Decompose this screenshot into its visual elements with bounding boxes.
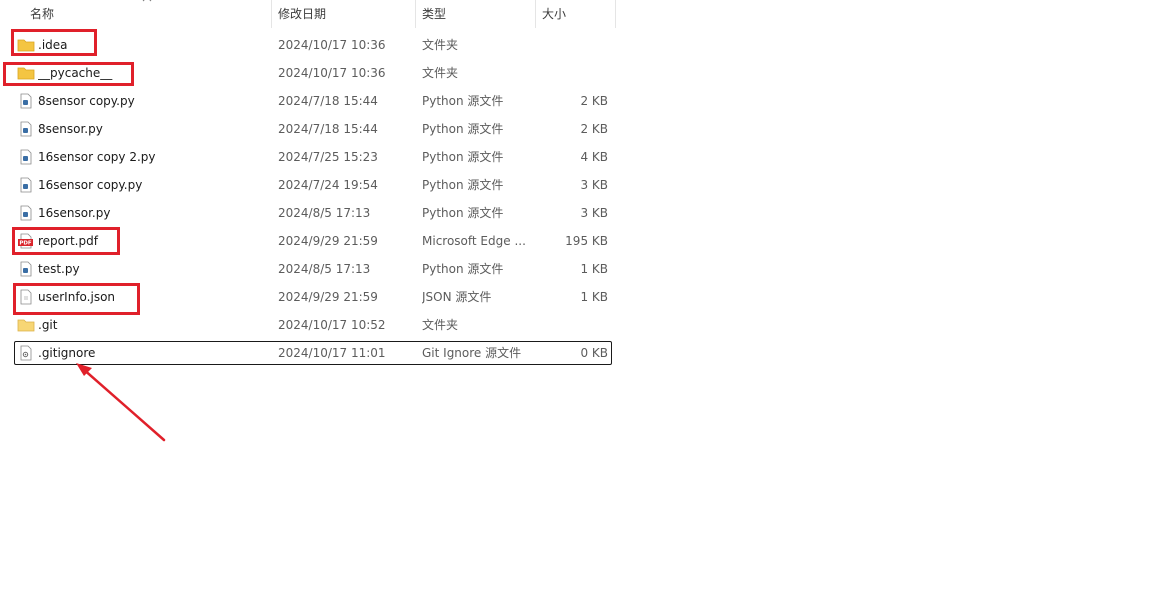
file-name: .gitignore <box>38 346 96 360</box>
file-row-8sensor-copy[interactable]: 8sensor copy.py 2024/7/18 15:44 Python 源… <box>0 87 612 115</box>
file-name: report.pdf <box>38 234 98 248</box>
file-row-16sensor-copy[interactable]: 16sensor copy.py 2024/7/24 19:54 Python … <box>0 171 612 199</box>
python-file-icon <box>20 177 32 193</box>
column-header-size[interactable]: 大小 <box>536 0 616 28</box>
file-date: 2024/7/24 19:54 <box>278 178 378 192</box>
file-row-pycache[interactable]: __pycache__ 2024/10/17 10:36 文件夹 <box>0 59 612 87</box>
file-size <box>536 31 608 59</box>
file-name: 8sensor copy.py <box>38 94 135 108</box>
python-file-icon <box>20 205 32 221</box>
file-size <box>536 311 608 339</box>
file-type: Microsoft Edge ... <box>422 234 526 248</box>
file-size: 1 KB <box>580 290 608 304</box>
file-date: 2024/10/17 10:36 <box>278 66 386 80</box>
file-row-16sensor-copy-2[interactable]: 16sensor copy 2.py 2024/7/25 15:23 Pytho… <box>0 143 612 171</box>
file-type: Python 源文件 <box>422 206 504 220</box>
file-size: 4 KB <box>580 150 608 164</box>
file-row-16sensor[interactable]: 16sensor.py 2024/8/5 17:13 Python 源文件 3 … <box>0 199 612 227</box>
file-name: .idea <box>38 38 68 52</box>
file-date: 2024/10/17 10:52 <box>278 318 386 332</box>
file-type: 文件夹 <box>422 318 459 332</box>
python-file-icon <box>20 93 32 109</box>
file-row-idea[interactable]: .idea 2024/10/17 10:36 文件夹 <box>0 31 612 59</box>
file-date: 2024/7/18 15:44 <box>278 94 378 108</box>
file-name: __pycache__ <box>38 66 113 80</box>
file-name: userInfo.json <box>38 290 116 304</box>
file-row-test-py[interactable]: test.py 2024/8/5 17:13 Python 源文件 1 KB <box>0 255 612 283</box>
file-row-userinfo-json[interactable]: userInfo.json 2024/9/29 21:59 JSON 源文件 1… <box>0 283 612 311</box>
file-row-gitignore[interactable]: .gitignore 2024/10/17 11:01 Git Ignore 源… <box>0 339 612 367</box>
column-header-date[interactable]: 修改日期 <box>272 0 416 28</box>
folder-icon <box>17 319 35 332</box>
pdf-file-icon: PDF <box>18 233 33 249</box>
file-date: 2024/7/18 15:44 <box>278 122 378 136</box>
file-type: JSON 源文件 <box>422 290 492 304</box>
gitignore-file-icon <box>20 345 32 361</box>
file-type: Python 源文件 <box>422 178 504 192</box>
python-file-icon <box>20 149 32 165</box>
python-file-icon <box>20 121 32 137</box>
file-size: 1 KB <box>580 262 608 276</box>
folder-icon <box>17 39 35 52</box>
column-header-type[interactable]: 类型 <box>416 0 536 28</box>
file-type: Python 源文件 <box>422 150 504 164</box>
file-size: 195 KB <box>565 234 608 248</box>
file-name: 8sensor.py <box>38 122 103 136</box>
file-name: .git <box>38 318 58 332</box>
file-explorer: 名称 修改日期 类型 大小 .idea 2024/10/17 10:36 文件夹… <box>0 0 1173 592</box>
column-header-name[interactable]: 名称 <box>24 0 272 28</box>
column-header-bar: 名称 修改日期 类型 大小 <box>0 0 616 28</box>
file-row-git[interactable]: .git 2024/10/17 10:52 文件夹 <box>0 311 612 339</box>
file-date: 2024/8/5 17:13 <box>278 262 371 276</box>
file-name: 16sensor.py <box>38 206 111 220</box>
file-name: 16sensor copy.py <box>38 178 143 192</box>
file-date: 2024/10/17 10:36 <box>278 38 386 52</box>
file-size: 2 KB <box>580 122 608 136</box>
file-row-8sensor[interactable]: 8sensor.py 2024/7/18 15:44 Python 源文件 2 … <box>0 115 612 143</box>
python-file-icon <box>20 261 32 277</box>
file-row-report-pdf[interactable]: PDF report.pdf 2024/9/29 21:59 Microsoft… <box>0 227 612 255</box>
file-size: 3 KB <box>580 178 608 192</box>
file-list: .idea 2024/10/17 10:36 文件夹 __pycache__ 2… <box>0 31 616 367</box>
file-date: 2024/8/5 17:13 <box>278 206 371 220</box>
file-size: 3 KB <box>580 206 608 220</box>
folder-icon <box>17 67 35 80</box>
file-date: 2024/10/17 11:01 <box>278 346 386 360</box>
file-type: Python 源文件 <box>422 262 504 276</box>
file-date: 2024/7/25 15:23 <box>278 150 378 164</box>
file-size: 0 KB <box>580 346 608 360</box>
file-type: Python 源文件 <box>422 94 504 108</box>
file-size <box>536 59 608 87</box>
file-type: 文件夹 <box>422 38 459 52</box>
svg-text:PDF: PDF <box>19 241 32 247</box>
file-type: Git Ignore 源文件 <box>422 346 522 360</box>
file-type: 文件夹 <box>422 66 459 80</box>
file-name: test.py <box>38 262 80 276</box>
file-name: 16sensor copy 2.py <box>38 150 156 164</box>
json-file-icon <box>20 289 32 305</box>
file-type: Python 源文件 <box>422 122 504 136</box>
file-size: 2 KB <box>580 94 608 108</box>
file-date: 2024/9/29 21:59 <box>278 234 378 248</box>
file-date: 2024/9/29 21:59 <box>278 290 378 304</box>
